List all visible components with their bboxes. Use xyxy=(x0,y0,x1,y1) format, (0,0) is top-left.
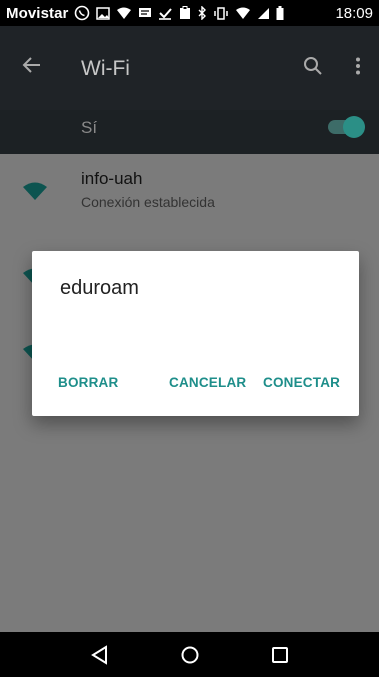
carrier-name: Movistar xyxy=(6,4,69,22)
download-done-icon xyxy=(158,7,172,20)
wifi-icon xyxy=(22,181,48,206)
clock: 18:09 xyxy=(335,4,373,22)
whatsapp-icon xyxy=(74,5,90,21)
status-icons xyxy=(74,5,284,21)
more-options-icon[interactable] xyxy=(355,57,361,80)
back-nav-icon[interactable] xyxy=(90,644,110,665)
clipboard-icon xyxy=(178,6,192,20)
wifi-signal-icon xyxy=(235,7,251,20)
forget-button[interactable]: BORRAR xyxy=(58,375,118,390)
page-title: Wi-Fi xyxy=(81,57,130,80)
connect-button[interactable]: CONECTAR xyxy=(263,375,340,390)
wifi-switch-label: Sí xyxy=(81,118,98,137)
image-icon xyxy=(95,6,110,20)
message-icon xyxy=(138,7,152,19)
search-icon[interactable] xyxy=(303,56,323,81)
recents-nav-icon[interactable] xyxy=(271,646,289,664)
vibrate-icon xyxy=(213,6,229,20)
network-name: info-uah xyxy=(81,169,143,188)
home-nav-icon[interactable] xyxy=(180,645,200,665)
wifi-question-icon xyxy=(116,7,132,20)
list-item-info-uah[interactable]: info-uah Conexión establecida xyxy=(0,154,379,228)
cell-signal-icon xyxy=(257,7,270,20)
wifi-toggle[interactable] xyxy=(343,116,365,138)
back-arrow-icon[interactable] xyxy=(22,56,42,79)
status-bar: Movistar 18:09 xyxy=(0,0,379,26)
network-dialog: eduroam BORRAR CANCELAR CONECTAR xyxy=(32,251,359,416)
app-bar: Wi-Fi xyxy=(0,26,379,110)
battery-icon xyxy=(276,6,284,20)
dialog-title: eduroam xyxy=(60,277,139,299)
network-status: Conexión establecida xyxy=(81,194,215,210)
navigation-bar xyxy=(0,632,379,677)
cancel-button[interactable]: CANCELAR xyxy=(169,375,246,390)
bluetooth-icon xyxy=(198,6,207,20)
wifi-master-switch-bar[interactable]: Sí xyxy=(0,110,379,154)
